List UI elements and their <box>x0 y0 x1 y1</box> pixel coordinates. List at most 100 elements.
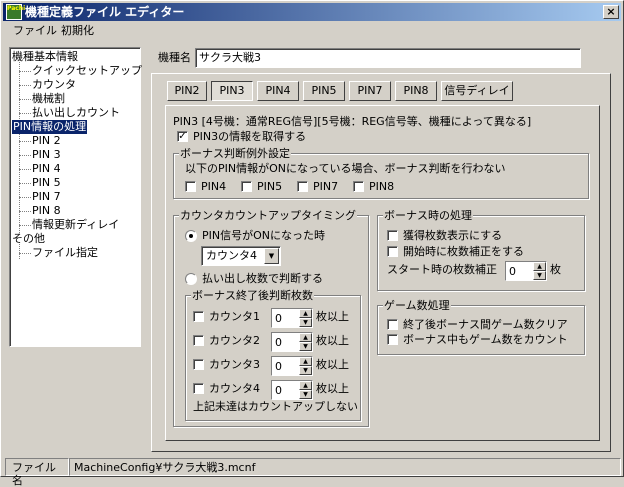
close-icon: × <box>606 5 616 18</box>
status-filename-value: MachineConfig¥サクラ大戦3.mcnf <box>69 458 621 476</box>
sidebar-item[interactable]: PIN情報の処理 <box>12 120 88 134</box>
start-correct-label: 開始時に枚数補正をする <box>403 245 524 258</box>
counter-label: カウンタ3 <box>209 358 260 371</box>
counter-stepper[interactable]: 0 ▲ ▼ <box>271 380 313 400</box>
sidebar-item[interactable]: PIN 5 <box>32 176 61 190</box>
sidebar-item[interactable]: その他 <box>12 232 45 246</box>
counter-unit: 枚以上 <box>316 382 349 395</box>
exception-pin-checkbox[interactable] <box>353 181 364 192</box>
exception-pin-checkbox[interactable] <box>297 181 308 192</box>
menu-file[interactable]: ファイル <box>9 22 61 40</box>
tab-1[interactable]: PIN3 <box>211 81 253 101</box>
bonus-exception-title: ボーナス判断例外設定 <box>179 147 291 160</box>
model-name-input[interactable]: サクラ大戦3 <box>195 48 581 68</box>
chevron-up-icon[interactable]: ▲ <box>533 262 546 271</box>
counter-stepper[interactable]: 0 ▲ ▼ <box>271 308 313 328</box>
bonus-end-title: ボーナス終了後判断枚数 <box>191 289 314 302</box>
radio-payout[interactable] <box>185 273 197 285</box>
check-icon: ✓ <box>178 131 187 142</box>
exception-pin-label: PIN8 <box>369 180 395 193</box>
sidebar-item[interactable]: PIN 3 <box>32 148 61 162</box>
menu-initialize[interactable]: 初期化 <box>57 22 98 40</box>
sidebar-item[interactable]: カウンタ <box>32 78 76 92</box>
title-bar: Pachi 機種定義ファイル エディター × <box>3 3 621 21</box>
tab-2[interactable]: PIN4 <box>257 81 299 101</box>
window-title: 機種定義ファイル エディター <box>25 5 185 19</box>
counter-value: 0 <box>275 336 282 349</box>
chevron-down-icon[interactable]: ▼ <box>299 318 312 327</box>
menu-bar: ファイル 初期化 <box>3 22 621 40</box>
counter-stepper[interactable]: 0 ▲ ▼ <box>271 332 313 352</box>
chevron-up-icon[interactable]: ▲ <box>299 357 312 366</box>
counter-unit: 枚以上 <box>316 334 349 347</box>
main-window: Pachi 機種定義ファイル エディター × ファイル 初期化 機種基本情報 クイ… <box>0 0 624 487</box>
chevron-up-icon[interactable]: ▲ <box>299 333 312 342</box>
tab-5[interactable]: PIN8 <box>395 81 437 101</box>
chevron-up-icon[interactable]: ▲ <box>299 309 312 318</box>
show-gain-label: 獲得枚数表示にする <box>403 229 503 242</box>
sidebar-item[interactable]: ファイル指定 <box>32 246 98 260</box>
exception-pin-label: PIN7 <box>313 180 339 193</box>
chevron-down-icon[interactable]: ▼ <box>299 342 312 351</box>
exception-pin-label: PIN4 <box>201 180 227 193</box>
counter-checkbox[interactable] <box>193 335 204 346</box>
game-count-title: ゲーム数処理 <box>383 299 451 312</box>
sidebar-item[interactable]: 払い出しカウント <box>32 106 120 120</box>
radio-pin-signal[interactable] <box>185 230 197 242</box>
counter-label: カウンタ2 <box>209 334 260 347</box>
counter-value: 0 <box>275 360 282 373</box>
sidebar-item[interactable]: PIN 7 <box>32 190 61 204</box>
acquire-pin3-checkbox[interactable]: ✓ <box>177 131 188 142</box>
clear-games-label: 終了後ボーナス間ゲーム数クリア <box>403 318 568 331</box>
start-count-stepper[interactable]: 0 ▲ ▼ <box>505 261 547 281</box>
tab-6[interactable]: 信号ディレイ <box>441 81 513 101</box>
sidebar-tree[interactable]: 機種基本情報 クイックセットアップ カウンタ 機械割 払い出しカウント PIN情報の処理 P… <box>9 47 142 347</box>
counter-stepper[interactable]: 0 ▲ ▼ <box>271 356 313 376</box>
start-count-value: 0 <box>509 265 516 278</box>
sidebar-item[interactable]: PIN 2 <box>32 134 61 148</box>
sidebar-item[interactable]: クイックセットアップ <box>32 64 142 78</box>
counter-checkbox[interactable] <box>193 359 204 370</box>
clear-games-checkbox[interactable] <box>387 319 398 330</box>
sidebar-item[interactable]: 機種基本情報 <box>12 50 78 64</box>
exception-pin-label: PIN5 <box>257 180 283 193</box>
status-filename-label: ファイル名 <box>5 458 69 487</box>
counter-checkbox[interactable] <box>193 311 204 322</box>
tab-0[interactable]: PIN2 <box>167 81 207 101</box>
chevron-down-icon[interactable]: ▼ <box>299 390 312 399</box>
exception-pin-checkbox[interactable] <box>241 181 252 192</box>
radio-payout-label: 払い出し枚数で判断する <box>202 272 323 285</box>
pin3-description: PIN3 [4号機：通常REG信号][5号機：REG信号等、機種によって異なる] <box>173 115 532 128</box>
exception-pin-checkbox[interactable] <box>185 181 196 192</box>
tab-4[interactable]: PIN7 <box>349 81 391 101</box>
acquire-pin3-label: PIN3の情報を取得する <box>193 130 307 143</box>
show-gain-checkbox[interactable] <box>387 230 398 241</box>
chevron-up-icon[interactable]: ▲ <box>299 381 312 390</box>
sidebar-item[interactable]: 情報更新ディレイ <box>32 218 119 232</box>
radio-pin-signal-label: PIN信号がONになった時 <box>202 229 325 242</box>
counter-value: 0 <box>275 384 282 397</box>
start-correct-checkbox[interactable] <box>387 246 398 257</box>
counter-label: カウンタ1 <box>209 310 260 323</box>
counter-unit: 枚以上 <box>316 358 349 371</box>
count-timing-title: カウンタカウントアップタイミング <box>179 209 357 222</box>
bonus-process-title: ボーナス時の処理 <box>383 209 473 222</box>
app-icon: Pachi <box>6 4 25 20</box>
counter-checkbox[interactable] <box>193 383 204 394</box>
tab-3[interactable]: PIN5 <box>303 81 345 101</box>
chevron-down-icon[interactable]: ▼ <box>264 248 279 264</box>
counter-select-value: カウンタ4 <box>206 249 257 262</box>
sidebar-item[interactable]: PIN 8 <box>32 204 61 218</box>
sidebar-item[interactable]: PIN 4 <box>32 162 61 176</box>
chevron-down-icon[interactable]: ▼ <box>299 366 312 375</box>
sidebar-item[interactable]: 機械割 <box>32 92 65 106</box>
chevron-down-icon[interactable]: ▼ <box>533 271 546 280</box>
counter-unit: 枚以上 <box>316 310 349 323</box>
count-during-bonus-checkbox[interactable] <box>387 334 398 345</box>
close-button[interactable]: × <box>603 5 619 19</box>
counter-value: 0 <box>275 312 282 325</box>
start-count-label: スタート時の枚数補正 <box>387 263 497 276</box>
model-name-label: 機種名 <box>158 51 191 64</box>
start-count-unit: 枚 <box>550 263 561 276</box>
bonus-end-note: 上記未達はカウントアップしない <box>193 400 358 413</box>
